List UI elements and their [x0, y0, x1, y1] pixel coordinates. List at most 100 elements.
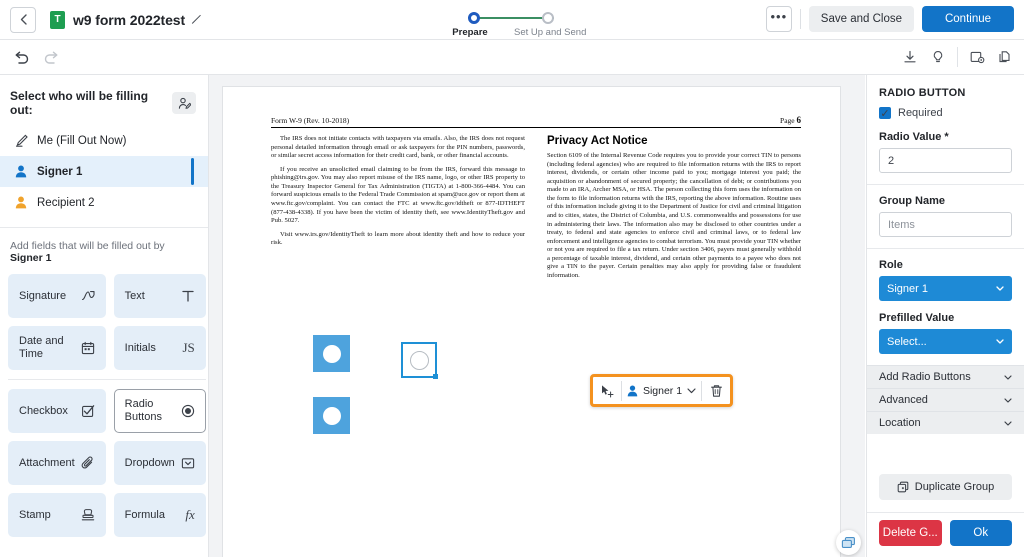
page-number: 6 [796, 115, 802, 125]
stamp-icon [81, 508, 95, 522]
trash-icon[interactable] [702, 377, 730, 404]
fields-hint-prefix: Add fields that will be filled out by [10, 240, 165, 252]
download-icon[interactable] [897, 44, 923, 70]
undo-redo-group [8, 45, 64, 71]
checkbox-checked-icon: ✓ [879, 107, 891, 120]
tool-stamp[interactable]: Stamp [8, 493, 106, 537]
field-role-selector[interactable]: Signer 1 [622, 377, 701, 404]
radio-value-input[interactable] [879, 148, 1012, 173]
divider [867, 248, 1024, 249]
fields-hint-role: Signer 1 [10, 252, 52, 264]
radio-value-label: Radio Value * [879, 131, 949, 143]
sidebar-role-signer-1[interactable]: Signer 1 [0, 156, 208, 187]
page-word: Page [780, 116, 797, 125]
right-column: Privacy Act Notice Section 6109 of the I… [547, 135, 801, 285]
person-icon [627, 385, 638, 397]
accordion-advanced[interactable]: Advanced [867, 388, 1024, 411]
ok-button[interactable]: Ok [949, 520, 1012, 546]
delete-group-button[interactable]: Delete G... [879, 520, 942, 546]
paragraph: If you receive an unsolicited email clai… [271, 165, 525, 225]
stepper-dot-setup[interactable] [542, 12, 554, 24]
sidebar-role-me[interactable]: Me (Fill Out Now) [0, 125, 208, 156]
radio-field-1[interactable] [313, 335, 350, 372]
page-title: w9 form 2022test [73, 11, 186, 28]
document-canvas[interactable]: Form W-9 (Rev. 10-2018) Page 6 The IRS d… [209, 75, 865, 557]
tool-label: Radio Buttons [124, 398, 162, 423]
field-role-label: Signer 1 [642, 384, 683, 397]
radio-dot [322, 406, 341, 425]
copy-pages-icon[interactable] [992, 44, 1018, 70]
chat-bubble-icon[interactable] [836, 530, 861, 555]
group-name-group: Group Name [867, 195, 1024, 248]
form-header-left: Form W-9 (Rev. 10-2018) [271, 116, 350, 125]
edit-recipient-icon[interactable] [172, 92, 196, 114]
tool-attachment[interactable]: Attachment [8, 441, 106, 485]
save-and-close-button[interactable]: Save and Close [808, 6, 914, 32]
move-handle-icon[interactable] [593, 377, 621, 404]
accordion-label: Advanced [879, 394, 928, 406]
duplicate-group-label: Duplicate Group [914, 481, 995, 493]
field-tools-grid: Signature Text Date and Time Initials JS… [0, 274, 208, 537]
secondary-toolbar [0, 40, 1024, 75]
prefilled-value-select[interactable]: Select... [879, 329, 1012, 354]
required-checkbox[interactable]: ✓ Required [867, 107, 1024, 131]
accordion-label: Location [879, 417, 921, 429]
tool-formula[interactable]: Formula fx [113, 493, 206, 537]
sidebar-heading: Select who will be filling out: [10, 89, 149, 117]
sidebar-role-recipient-2[interactable]: Recipient 2 [0, 187, 208, 218]
tool-label: Date and Time [19, 335, 64, 360]
radio-field-selected[interactable] [401, 342, 438, 379]
undo-icon[interactable] [8, 45, 34, 71]
accordion-location[interactable]: Location [867, 411, 1024, 434]
field-action-toolbar: Signer 1 [590, 374, 733, 407]
sidebar-role-label: Me (Fill Out Now) [37, 134, 127, 147]
form-header: Form W-9 (Rev. 10-2018) Page 6 [271, 115, 801, 128]
tool-label: Dropdown [124, 456, 175, 469]
chevron-down-icon [1004, 397, 1012, 403]
redo-icon[interactable] [38, 45, 64, 71]
pencil-icon[interactable] [191, 14, 202, 25]
divider [957, 47, 958, 67]
prefilled-value-text: Select... [887, 335, 927, 348]
tool-checkbox[interactable]: Checkbox [8, 389, 106, 433]
duplicate-group-button[interactable]: Duplicate Group [879, 474, 1012, 500]
top-bar-actions: ••• Save and Close Continue [765, 6, 1014, 32]
accordion-add-radio-buttons[interactable]: Add Radio Buttons [867, 365, 1024, 388]
more-options-button[interactable]: ••• [765, 6, 792, 32]
signature-icon [81, 289, 95, 303]
tool-initials[interactable]: Initials JS [113, 326, 206, 370]
divider [867, 512, 1024, 513]
accordion-label: Add Radio Buttons [879, 371, 971, 383]
divider [867, 184, 1024, 185]
formula-icon: fx [185, 506, 195, 522]
calendar-icon [81, 341, 95, 355]
radio-dot [409, 350, 429, 370]
person-icon [14, 196, 28, 209]
radio-icon [181, 404, 195, 418]
left-sidebar: Select who will be filling out: Me (Fill… [0, 75, 209, 557]
tool-dropdown[interactable]: Dropdown [113, 441, 206, 485]
radio-value-group: Radio Value * [867, 131, 1024, 184]
role-label: Role [879, 259, 903, 271]
role-select[interactable]: Signer 1 [879, 276, 1012, 301]
tool-radio-buttons[interactable]: Radio Buttons [113, 389, 206, 433]
tool-signature[interactable]: Signature [8, 274, 106, 318]
dropdown-icon [181, 456, 195, 470]
form-header-right: Page 6 [780, 115, 801, 125]
tool-label: Signature [19, 289, 67, 302]
image-settings-icon[interactable] [964, 44, 990, 70]
text-icon [181, 289, 195, 303]
lightbulb-icon[interactable] [925, 44, 951, 70]
properties-title: RADIO BUTTON [879, 87, 966, 99]
sidebar-role-label: Signer 1 [37, 165, 83, 178]
radio-field-2[interactable] [313, 397, 350, 434]
continue-button[interactable]: Continue [922, 6, 1014, 32]
back-button[interactable] [10, 6, 36, 33]
toolbar-right-actions [897, 44, 1018, 70]
tool-text[interactable]: Text [113, 274, 206, 318]
group-name-input[interactable] [879, 212, 1012, 237]
chevron-down-icon [996, 286, 1004, 291]
stepper-label-setup: Set Up and Send [514, 27, 587, 38]
tool-date-and-time[interactable]: Date and Time [8, 326, 106, 370]
stepper-dot-prepare[interactable] [468, 12, 480, 24]
